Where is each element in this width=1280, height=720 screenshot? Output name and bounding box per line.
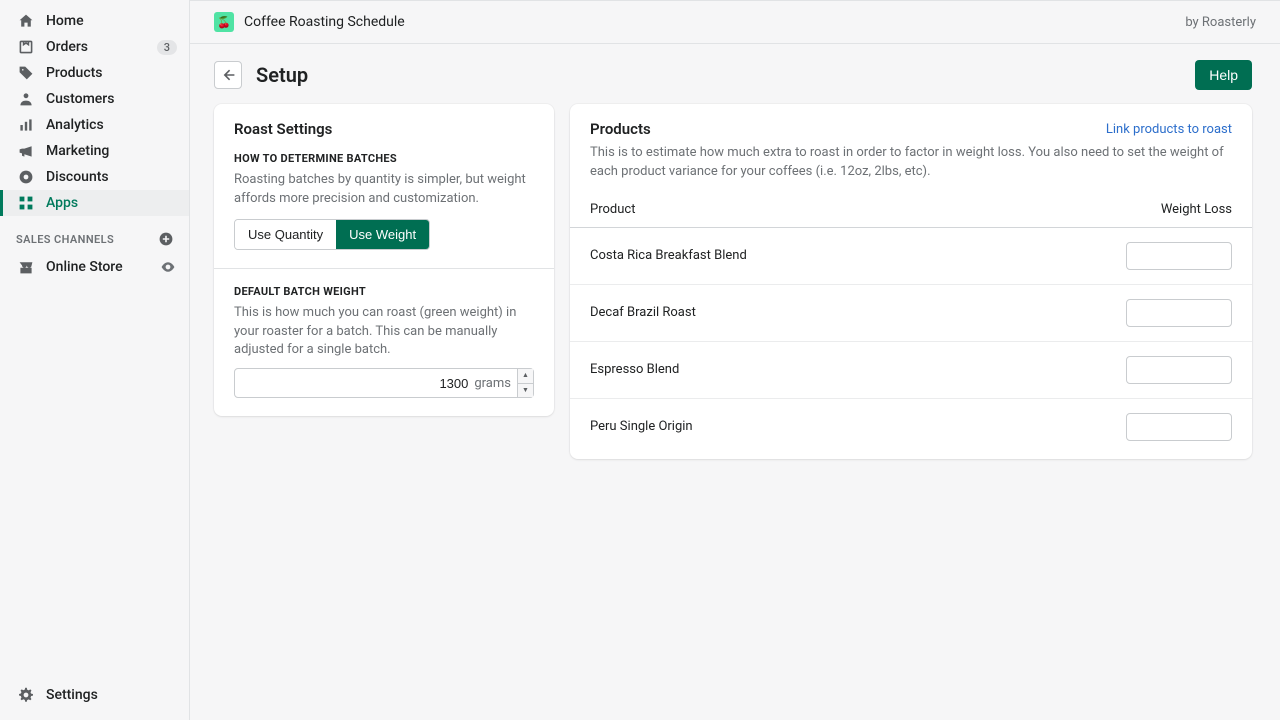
product-row: Peru Single Origin%▲▼ <box>570 399 1252 459</box>
apps-icon <box>16 193 36 213</box>
products-table-header: Product Weight Loss <box>570 194 1252 228</box>
channels-nav: Online Store <box>0 254 189 280</box>
product-name: Espresso Blend <box>590 362 1126 377</box>
col-product: Product <box>590 202 1112 217</box>
weight-loss-field: %▲▼ <box>1126 356 1232 384</box>
nav-online-store[interactable]: Online Store <box>0 254 189 280</box>
nav-label: Customers <box>46 91 114 107</box>
col-weight-loss: Weight Loss <box>1112 202 1232 217</box>
nav-customers[interactable]: Customers <box>0 86 189 112</box>
add-channel-button[interactable] <box>157 230 175 248</box>
app-title: Coffee Roasting Schedule <box>244 14 405 30</box>
default-weight-unit: grams <box>474 369 517 397</box>
eye-icon <box>160 259 176 275</box>
nav-orders[interactable]: Orders 3 <box>0 34 189 60</box>
main: 🍒 Coffee Roasting Schedule by Roasterly … <box>190 0 1280 720</box>
default-weight-description: This is how much you can roast (green we… <box>234 304 534 361</box>
batches-description: Roasting batches by quantity is simpler,… <box>234 171 534 209</box>
product-row: Espresso Blend%▲▼ <box>570 342 1252 399</box>
weight-step-up[interactable]: ▲ <box>518 369 533 384</box>
orders-badge: 3 <box>157 40 177 55</box>
weight-stepper: ▲ ▼ <box>517 369 533 397</box>
nav-discounts[interactable]: Discounts <box>0 164 189 190</box>
products-title: Products <box>590 120 651 138</box>
roast-settings-title: Roast Settings <box>234 120 534 138</box>
nav-settings[interactable]: Settings <box>0 678 189 712</box>
products-description: This is to estimate how much extra to ro… <box>570 144 1252 194</box>
link-products-link[interactable]: Link products to roast <box>1106 122 1232 137</box>
view-store-button[interactable] <box>159 258 177 276</box>
product-name: Decaf Brazil Roast <box>590 305 1126 320</box>
nav-label: Apps <box>46 195 78 211</box>
nav-label: Marketing <box>46 143 109 159</box>
page-header: Setup Help <box>214 60 1252 90</box>
nav-label: Settings <box>46 687 98 703</box>
home-icon <box>16 11 36 31</box>
use-weight-button[interactable]: Use Weight <box>336 220 429 249</box>
sales-channels-label: SALES CHANNELS <box>16 233 114 246</box>
gear-icon <box>16 685 36 705</box>
nav-label: Products <box>46 65 103 81</box>
sales-channels-header: SALES CHANNELS <box>0 216 189 254</box>
nav-apps[interactable]: Apps <box>0 190 189 216</box>
app-byline: by Roasterly <box>1185 15 1256 30</box>
default-weight-label: DEFAULT BATCH WEIGHT <box>234 285 534 298</box>
nav-label: Discounts <box>46 169 109 185</box>
products-table-body: Costa Rica Breakfast Blend%▲▼Decaf Brazi… <box>570 228 1252 459</box>
nav-label: Orders <box>46 39 88 55</box>
discount-icon <box>16 167 36 187</box>
nav-home[interactable]: Home <box>0 8 189 34</box>
page-title: Setup <box>256 63 308 87</box>
sidebar: Home Orders 3 Products Customers Analyti… <box>0 0 190 720</box>
weight-step-down[interactable]: ▼ <box>518 384 533 398</box>
weight-loss-input[interactable] <box>1127 300 1280 326</box>
product-name: Peru Single Origin <box>590 419 1126 434</box>
plus-circle-icon <box>158 231 174 247</box>
product-row: Decaf Brazil Roast%▲▼ <box>570 285 1252 342</box>
product-name: Costa Rica Breakfast Blend <box>590 248 1126 263</box>
weight-loss-input[interactable] <box>1127 243 1280 269</box>
weight-loss-input[interactable] <box>1127 414 1280 440</box>
analytics-icon <box>16 115 36 135</box>
help-button[interactable]: Help <box>1195 60 1252 90</box>
weight-loss-field: %▲▼ <box>1126 299 1232 327</box>
weight-loss-field: %▲▼ <box>1126 242 1232 270</box>
nav-label: Home <box>46 13 84 29</box>
nav-marketing[interactable]: Marketing <box>0 138 189 164</box>
batch-mode-segmented: Use Quantity Use Weight <box>234 219 430 250</box>
person-icon <box>16 89 36 109</box>
app-badge-icon: 🍒 <box>214 12 234 32</box>
arrow-left-icon <box>220 67 236 83</box>
primary-nav: Home Orders 3 Products Customers Analyti… <box>0 8 189 216</box>
default-weight-input[interactable] <box>235 369 474 397</box>
nav-label: Online Store <box>46 259 123 275</box>
nav-products[interactable]: Products <box>0 60 189 86</box>
use-quantity-button[interactable]: Use Quantity <box>235 220 336 249</box>
default-weight-field: grams ▲ ▼ <box>234 368 534 398</box>
weight-loss-input[interactable] <box>1127 357 1280 383</box>
app-topbar: 🍒 Coffee Roasting Schedule by Roasterly <box>190 0 1280 44</box>
product-row: Costa Rica Breakfast Blend%▲▼ <box>570 228 1252 285</box>
batches-label: HOW TO DETERMINE BATCHES <box>234 152 534 165</box>
products-card: Products Link products to roast This is … <box>570 104 1252 459</box>
nav-label: Analytics <box>46 117 104 133</box>
roast-settings-card: Roast Settings HOW TO DETERMINE BATCHES … <box>214 104 554 416</box>
store-icon <box>16 257 36 277</box>
tag-icon <box>16 63 36 83</box>
nav-analytics[interactable]: Analytics <box>0 112 189 138</box>
megaphone-icon <box>16 141 36 161</box>
weight-loss-field: %▲▼ <box>1126 413 1232 441</box>
orders-icon <box>16 37 36 57</box>
back-button[interactable] <box>214 61 242 89</box>
